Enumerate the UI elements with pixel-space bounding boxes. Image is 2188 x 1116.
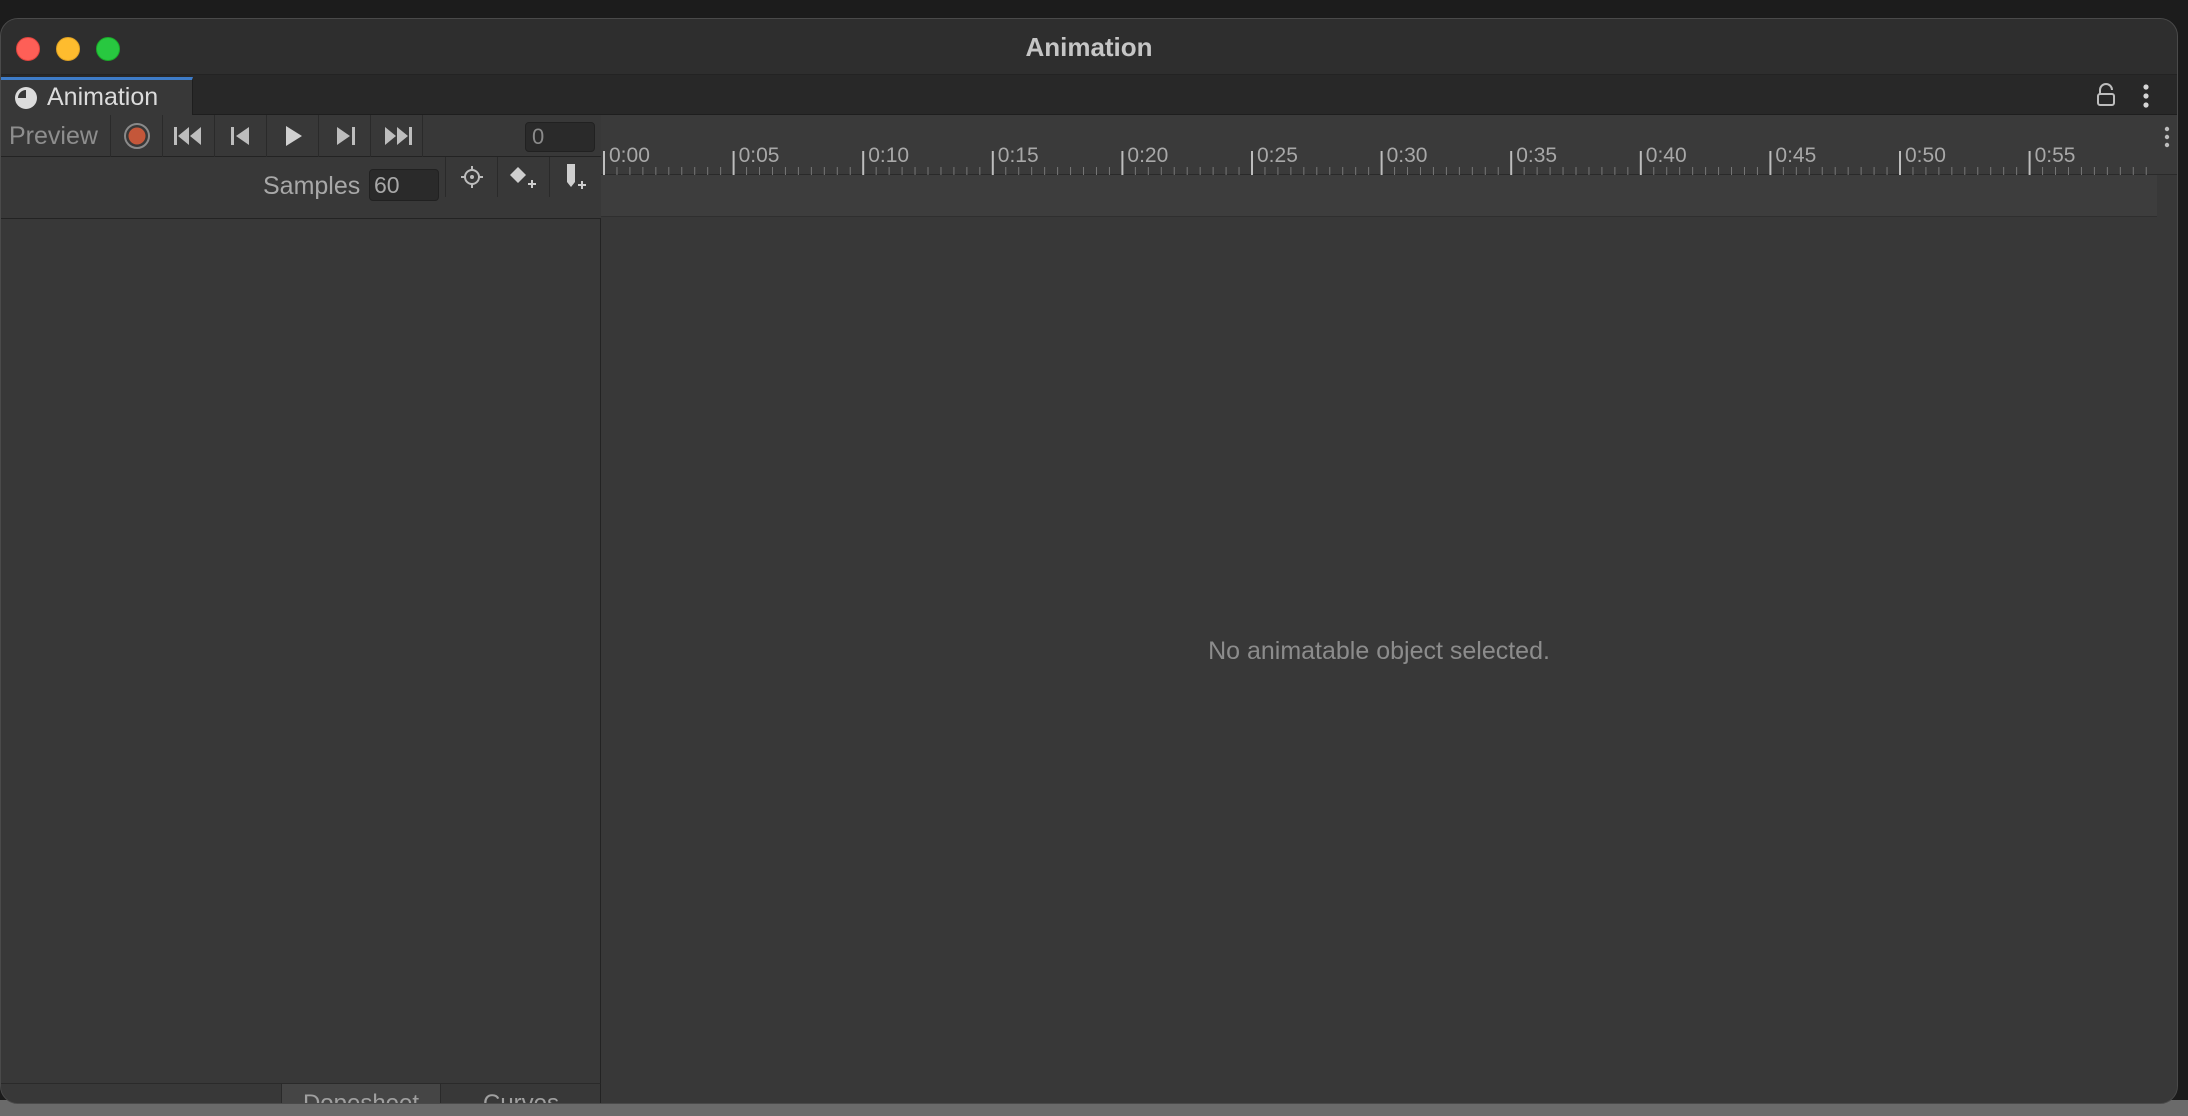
samples-row: Samples 60: [1, 157, 601, 219]
add-event-button[interactable]: [549, 157, 601, 197]
clock-icon: [15, 86, 37, 109]
previous-keyframe-button[interactable]: [215, 115, 267, 157]
ruler-label: 0:50: [1905, 144, 1946, 167]
last-keyframe-button[interactable]: [371, 115, 423, 157]
next-keyframe-icon: [336, 127, 355, 145]
title-bar[interactable]: Animation: [1, 19, 2177, 75]
first-keyframe-button[interactable]: [163, 115, 215, 157]
more-options-icon[interactable]: [2141, 83, 2151, 109]
add-keyframe-button[interactable]: [497, 157, 549, 197]
ruler-label: 0:30: [1387, 144, 1428, 167]
ruler-label: 0:15: [998, 144, 1039, 167]
empty-state-message: No animatable object selected.: [1208, 637, 1550, 665]
ruler-label: 0:00: [609, 144, 650, 167]
record-icon: [123, 123, 150, 149]
record-button[interactable]: [111, 115, 163, 157]
crosshair-icon: [460, 166, 483, 188]
timeline-ruler[interactable]: 0:00 0:05 0:10 0:15 0:20 0:25 0:30 0:35 0:40 0:45…: [601, 115, 2177, 175]
filter-by-selection-button[interactable]: [445, 157, 497, 197]
preview-button[interactable]: Preview: [1, 115, 111, 157]
tab-animation[interactable]: Animation: [1, 77, 193, 115]
ruler-label: 0:55: [2035, 144, 2076, 167]
samples-label: Samples: [263, 172, 361, 200]
view-mode-bar: Dopesheet Curves: [1, 1083, 601, 1103]
animation-window: Animation Animation Preview 0 Samples 60…: [0, 18, 2178, 1104]
ruler-label: 0:40: [1646, 144, 1687, 167]
ruler-label: 0:20: [1127, 144, 1168, 167]
previous-keyframe-icon: [230, 127, 249, 145]
next-keyframe-button[interactable]: [319, 115, 371, 157]
lock-icon[interactable]: [2095, 83, 2117, 107]
dopesheet-area[interactable]: No animatable object selected.: [601, 217, 2177, 1103]
curves-tab[interactable]: Curves: [441, 1084, 601, 1103]
playback-toolbar: Preview 0: [1, 115, 601, 157]
event-track[interactable]: [601, 175, 2157, 217]
last-keyframe-icon: [384, 127, 412, 145]
ruler-ticks: 0:00 0:05 0:10 0:15 0:20 0:25 0:30 0:35 0:40 0:45…: [603, 144, 2147, 175]
ruler-label: 0:35: [1516, 144, 1557, 167]
samples-field[interactable]: 60: [369, 169, 439, 201]
add-event-icon: [566, 164, 586, 189]
tab-strip: Animation: [1, 75, 2177, 115]
dopesheet-tab[interactable]: Dopesheet: [281, 1084, 441, 1103]
play-icon: [285, 126, 302, 146]
ruler-label: 0:25: [1257, 144, 1298, 167]
tab-label: Animation: [47, 83, 159, 111]
first-keyframe-icon: [173, 127, 201, 145]
play-button[interactable]: [267, 115, 319, 157]
add-keyframe-icon: [509, 167, 536, 188]
desktop-background-top: [0, 0, 2188, 20]
property-list-panel[interactable]: [1, 219, 601, 1083]
ruler-label: 0:45: [1775, 144, 1816, 167]
ruler-label: 0:05: [739, 144, 780, 167]
window-title: Animation: [1025, 32, 1153, 62]
timeline-options-icon[interactable]: [2163, 125, 2171, 149]
ruler-label: 0:10: [868, 144, 909, 167]
current-frame-field[interactable]: 0: [525, 122, 595, 152]
